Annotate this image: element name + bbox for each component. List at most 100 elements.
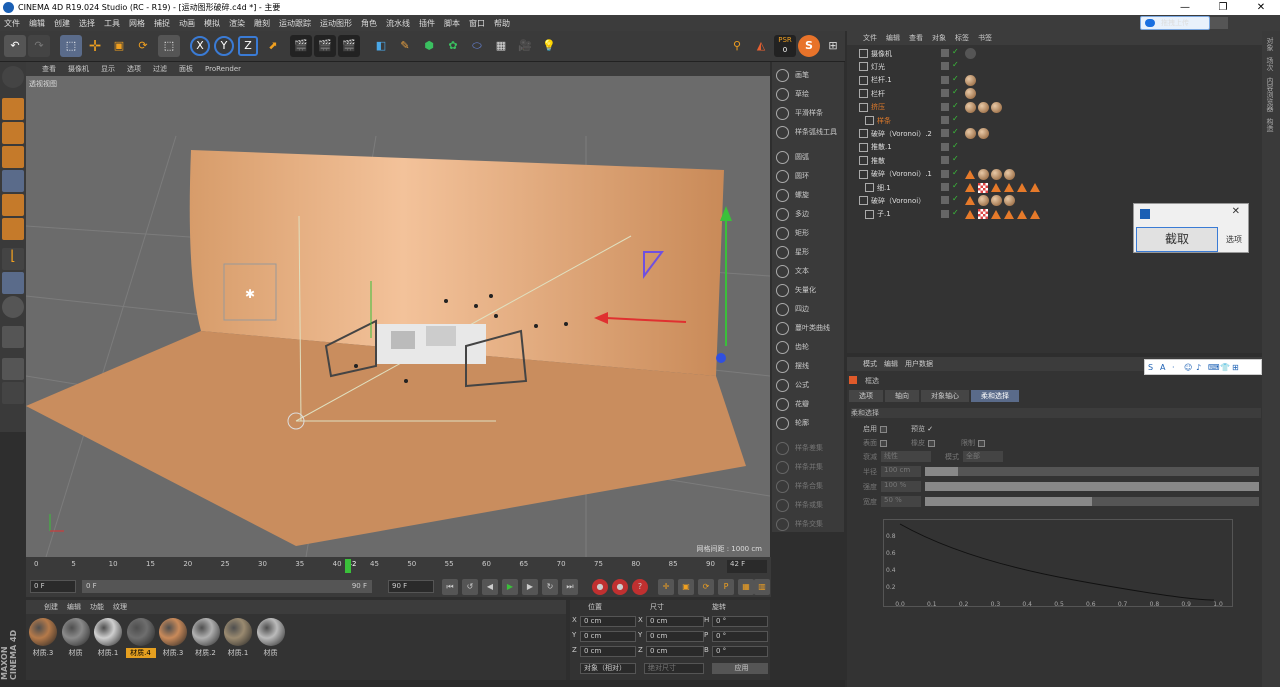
ime-icon[interactable]: ☺ (1184, 363, 1193, 372)
object-row[interactable]: 破碎（Voronoi）.2 ✓ (847, 127, 1262, 140)
points-mode-icon[interactable] (2, 170, 24, 192)
material-item[interactable]: 材质 (256, 618, 286, 658)
edges-mode-icon[interactable] (2, 194, 24, 216)
position-field[interactable]: 0 cm (580, 646, 636, 657)
object-row[interactable]: 摄像机 ✓ (847, 47, 1262, 60)
obj-menu-bookmarks[interactable]: 书签 (978, 33, 992, 43)
render-settings-icon[interactable]: 🎬 (338, 35, 360, 57)
object-name[interactable]: 子.1 (877, 209, 891, 219)
enabled-checkmark[interactable]: ✓ (952, 168, 959, 177)
position-field[interactable]: 0 cm (580, 631, 636, 642)
go-to-start-icon[interactable]: ⏮ (442, 579, 458, 595)
tab-objects[interactable]: 对象 (1265, 37, 1275, 51)
object-row[interactable]: 挤压 ✓ (847, 101, 1262, 114)
enabled-checkmark[interactable]: ✓ (952, 74, 959, 83)
viewport-menu-cameras[interactable]: 摄像机 (68, 64, 89, 74)
next-frame-icon[interactable]: ▶ (522, 579, 538, 595)
object-row[interactable]: 推散.1 ✓ (847, 141, 1262, 154)
camera-tag-icon[interactable] (965, 48, 976, 59)
material-tag-icon[interactable] (978, 168, 989, 180)
width-field[interactable]: 50 % (881, 496, 921, 507)
phong-tag-icon[interactable] (991, 209, 1001, 219)
lock-icon[interactable] (2, 382, 24, 404)
snap-s-icon[interactable] (2, 296, 24, 318)
recent-tool-icon[interactable]: ⬚ (158, 35, 180, 57)
snap-icon[interactable]: ⚲ (726, 35, 748, 57)
visibility-dots[interactable] (941, 49, 949, 57)
viewport-menu-filter[interactable]: 过滤 (153, 64, 167, 74)
phong-tag-icon[interactable] (1017, 209, 1027, 219)
snip-capture-button[interactable]: 截取 (1136, 227, 1218, 252)
texture-mode-icon[interactable] (2, 122, 24, 144)
enabled-checkmark[interactable]: ✓ (952, 141, 959, 150)
spline-tool-item[interactable]: 圆环 (772, 167, 844, 185)
spline-tool-item[interactable]: 四边 (772, 300, 844, 318)
tab-structure[interactable]: 构造 (1265, 118, 1275, 132)
falloff-select[interactable]: 线性 (881, 451, 931, 462)
object-row[interactable]: 细.1 ✓ (847, 181, 1262, 194)
light-icon[interactable]: 💡 (538, 35, 560, 57)
material-tag-icon[interactable] (965, 74, 976, 86)
material-item[interactable]: 材质.2 (191, 618, 221, 658)
phong-tag-icon[interactable] (965, 169, 975, 179)
phong-tag-icon[interactable] (991, 183, 1001, 192)
play-icon[interactable]: ▶ (502, 579, 518, 595)
tab-soft-selection[interactable]: 柔和选择 (971, 390, 1019, 402)
phong-tag-icon[interactable] (1004, 209, 1014, 219)
attr-menu-userdata[interactable]: 用户数据 (905, 359, 933, 369)
pen-icon[interactable]: ✎ (394, 35, 416, 57)
autokey-icon[interactable]: ● (612, 579, 628, 595)
ime-icon[interactable]: ♪ (1196, 363, 1205, 372)
minimize-button[interactable]: — (1166, 0, 1204, 15)
floor-grid-icon[interactable] (2, 358, 24, 380)
mat-menu-create[interactable]: 创建 (44, 602, 58, 612)
visibility-dots[interactable] (941, 75, 949, 84)
material-item[interactable]: 材质.1 (93, 618, 123, 658)
tab-takes[interactable]: 场次 (1265, 57, 1275, 71)
spline-tool-item[interactable]: 矢量化 (772, 281, 844, 299)
layout-selector[interactable] (1210, 17, 1228, 29)
end-frame-field[interactable]: 90 F (388, 580, 434, 593)
make-editable-icon[interactable] (2, 66, 24, 88)
spline-tool-item[interactable]: 摆线 (772, 357, 844, 375)
playhead[interactable] (344, 559, 351, 573)
size-mode-select[interactable]: 绝对尺寸 (644, 663, 704, 674)
spline-tool-item[interactable]: 轮廓 (772, 414, 844, 432)
object-name[interactable]: 摄像机 (871, 49, 892, 59)
spline-tool-item[interactable]: 样条交集 (772, 515, 844, 533)
phong-tag-icon[interactable] (965, 196, 975, 206)
current-frame-field[interactable]: 42 F (727, 560, 767, 573)
spline-tool-item[interactable]: 齿轮 (772, 338, 844, 356)
spline-tool-item[interactable]: 样条并集 (772, 458, 844, 476)
phong-tag-icon[interactable] (965, 209, 975, 219)
polygons-mode-icon[interactable] (2, 218, 24, 240)
object-row[interactable]: 推散 ✓ (847, 154, 1262, 167)
obj-menu-tags[interactable]: 标签 (955, 33, 969, 43)
close-button[interactable]: ✕ (1242, 0, 1280, 15)
menu-simulate[interactable]: 模拟 (204, 18, 220, 29)
timeline-ruler[interactable]: 0 5 10 15 20 25 30 35 40 42 45 50 55 60 65 70 75 80 85 90 4… (26, 557, 771, 577)
material-tag-icon[interactable] (965, 88, 976, 100)
spline-tool-item[interactable]: 蔓叶类曲线 (772, 319, 844, 337)
phong-tag-icon[interactable] (1017, 183, 1027, 192)
width-slider[interactable] (925, 497, 1259, 506)
key-position-icon[interactable]: ✛ (658, 579, 674, 595)
material-tag-icon[interactable] (965, 128, 976, 140)
enable-axis-icon[interactable]: ⌊ (2, 248, 24, 270)
tab-object-axis[interactable]: 对象轴心 (921, 390, 969, 402)
menu-mesh[interactable]: 网格 (129, 18, 145, 29)
rotation-field[interactable]: 0 ° (712, 646, 768, 657)
visibility-dots[interactable] (941, 142, 949, 151)
menu-sculpt[interactable]: 雕刻 (254, 18, 270, 29)
viewport-menu-prorender[interactable]: ProRender (205, 65, 241, 73)
floor-icon[interactable]: ▦ (490, 35, 512, 57)
menu-animate[interactable]: 动画 (179, 18, 195, 29)
spline-tool-item[interactable]: 草绘 (772, 85, 844, 103)
z-axis-lock[interactable]: Z (238, 36, 258, 56)
enabled-checkmark[interactable]: ✓ (952, 114, 959, 123)
material-tag-icon[interactable] (978, 101, 989, 113)
visibility-dots[interactable] (941, 129, 949, 138)
menu-help[interactable]: 帮助 (494, 18, 510, 29)
record-icon[interactable]: ● (592, 579, 608, 595)
object-name[interactable]: 破碎（Voronoi）.2 (871, 129, 932, 139)
